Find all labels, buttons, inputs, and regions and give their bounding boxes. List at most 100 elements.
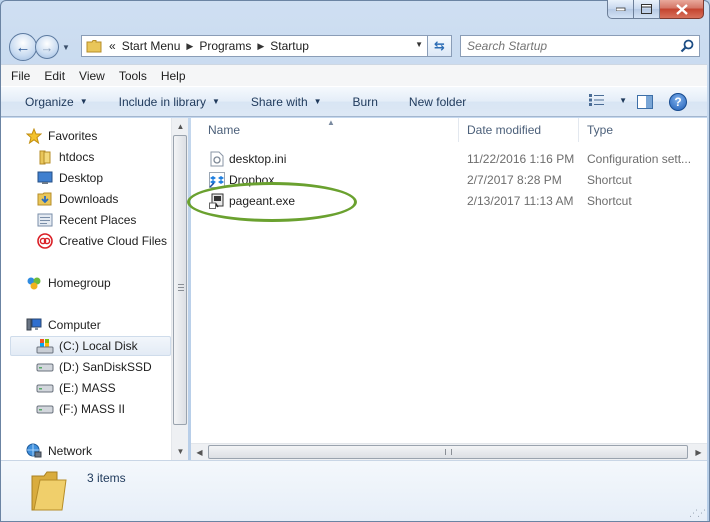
back-button[interactable]: ← [9,33,37,61]
file-row-dropbox[interactable]: Dropbox 2/7/2017 8:28 PM Shortcut [191,169,707,190]
menu-file[interactable]: File [11,69,30,83]
navigation-buttons: ← → ▼ [9,33,72,61]
navigation-pane-scrollbar[interactable]: ▲ ▼ [171,118,188,460]
address-bar[interactable]: « Start Menu ▶ Programs ▶ Startup ▼ [81,35,428,57]
sidebar-item-label: htdocs [59,150,95,164]
sidebar-item-label: (F:) MASS II [59,402,125,416]
forward-button[interactable]: → [35,35,59,59]
scroll-up-icon[interactable]: ▲ [172,118,189,135]
sidebar-item-f-drive[interactable]: (F:) MASS II [36,399,125,419]
new-folder-label: New folder [408,94,467,109]
maximize-icon [641,4,652,14]
sidebar-item-creative-cloud-files[interactable]: Creative Cloud Files [36,231,167,251]
file-list-horizontal-scrollbar[interactable]: ◀ ▶ [191,443,707,460]
new-folder-button[interactable]: New folder [409,95,466,109]
file-date: 2/7/2017 8:28 PM [467,172,562,187]
pageant-icon [209,193,225,209]
minimize-icon [615,7,625,11]
downloads-folder-icon [36,191,54,207]
help-icon: ? [674,95,682,109]
column-header-name[interactable]: Name [191,118,459,142]
include-in-library-label: Include in library [118,94,206,109]
column-header-date-modified[interactable]: Date modified [459,118,579,142]
sidebar-homegroup-label: Homegroup [48,276,111,290]
scroll-down-icon[interactable]: ▼ [172,443,189,460]
search-box[interactable] [460,35,700,57]
chevron-right-icon[interactable]: ▶ [186,41,193,52]
grip-icon [178,284,184,291]
recent-places-icon [36,212,54,228]
menu-edit[interactable]: Edit [44,69,65,83]
sidebar-item-recent-places[interactable]: Recent Places [36,210,136,230]
close-icon [675,3,688,15]
dropbox-icon [209,171,225,188]
sidebar-item-htdocs[interactable]: htdocs [36,147,94,167]
chevron-right-icon[interactable]: ▶ [257,41,264,52]
file-type: Shortcut [587,193,632,208]
help-button[interactable]: ? [669,93,687,111]
refresh-icon: ⇆ [434,38,445,53]
file-type: Shortcut [587,172,632,187]
sidebar-homegroup[interactable]: Homegroup [25,273,111,293]
sidebar-favorites-label: Favorites [48,129,98,143]
sidebar-item-label: Desktop [59,171,104,185]
resize-grip-icon[interactable]: ⋰⋰ [689,508,706,519]
menu-help[interactable]: Help [161,69,186,83]
sidebar-item-d-drive[interactable]: (D:) SanDiskSSD [36,357,152,377]
file-type: Configuration sett... [587,151,692,166]
network-icon [25,443,43,459]
menu-tools[interactable]: Tools [119,69,147,83]
minimize-button[interactable] [607,0,634,19]
item-count: 3 items [87,471,126,485]
sidebar-network[interactable]: Network [25,441,92,460]
homegroup-icon [25,275,43,291]
scrollbar-thumb[interactable] [208,445,688,459]
breadcrumb-overflow[interactable]: « [109,39,116,53]
column-header-type[interactable]: Type [579,118,707,142]
sidebar-item-label: (D:) SanDiskSSD [59,360,152,374]
breadcrumb-start-menu[interactable]: Start Menu [122,39,181,53]
refresh-button[interactable]: ⇆ [428,35,452,57]
search-icon[interactable] [680,39,694,53]
sidebar-item-e-drive[interactable]: (E:) MASS [36,378,116,398]
sidebar-item-label: (E:) MASS [59,381,116,395]
address-dropdown-icon[interactable]: ▼ [415,40,423,49]
star-icon [25,128,43,144]
chevron-down-icon: ▼ [212,97,220,106]
scroll-left-icon[interactable]: ◀ [191,444,208,460]
column-date-label: Date modified [467,123,542,137]
desktop-icon [36,170,54,186]
close-button[interactable] [660,0,704,19]
breadcrumb-startup[interactable]: Startup [270,39,309,53]
sidebar-item-c-drive[interactable]: (C:) Local Disk [10,336,171,356]
search-input[interactable] [467,39,677,53]
breadcrumb: « Start Menu ▶ Programs ▶ Startup [106,39,312,53]
sidebar-item-desktop[interactable]: Desktop [36,168,103,188]
include-in-library-button[interactable]: Include in library ▼ [119,95,220,109]
column-name-label: Name [208,123,241,137]
menu-view[interactable]: View [79,69,105,83]
file-name: Dropbox [229,172,275,187]
share-with-button[interactable]: Share with ▼ [251,95,322,109]
file-list: Name Date modified Type ▲ desktop.ini 11… [191,118,707,460]
forward-arrow-icon: → [40,39,54,55]
scroll-right-icon[interactable]: ▶ [690,444,707,460]
windows-drive-icon [36,338,54,354]
maximize-button[interactable] [634,0,660,19]
scrollbar-thumb[interactable] [173,135,187,425]
command-bar: Organize ▼ Include in library ▼ Share with… [1,86,707,117]
creative-cloud-icon [36,233,54,249]
burn-button[interactable]: Burn [353,95,378,109]
change-view-button[interactable]: ▼ [589,94,627,106]
chevron-down-icon[interactable]: ▼ [619,96,627,105]
file-row-pageant-exe[interactable]: pageant.exe 2/13/2017 11:13 AM Shortcut [191,190,707,211]
recent-pages-dropdown[interactable]: ▼ [62,43,72,52]
organize-button[interactable]: Organize ▼ [25,95,88,109]
sidebar-item-downloads[interactable]: Downloads [36,189,118,209]
sidebar-item-label: Creative Cloud Files [59,234,168,248]
breadcrumb-programs[interactable]: Programs [199,39,251,53]
preview-pane-button[interactable] [637,95,653,109]
sidebar-computer[interactable]: Computer [25,315,101,335]
sidebar-favorites[interactable]: Favorites [25,126,97,146]
file-row-desktop-ini[interactable]: desktop.ini 11/22/2016 1:16 PM Configura… [191,148,707,169]
